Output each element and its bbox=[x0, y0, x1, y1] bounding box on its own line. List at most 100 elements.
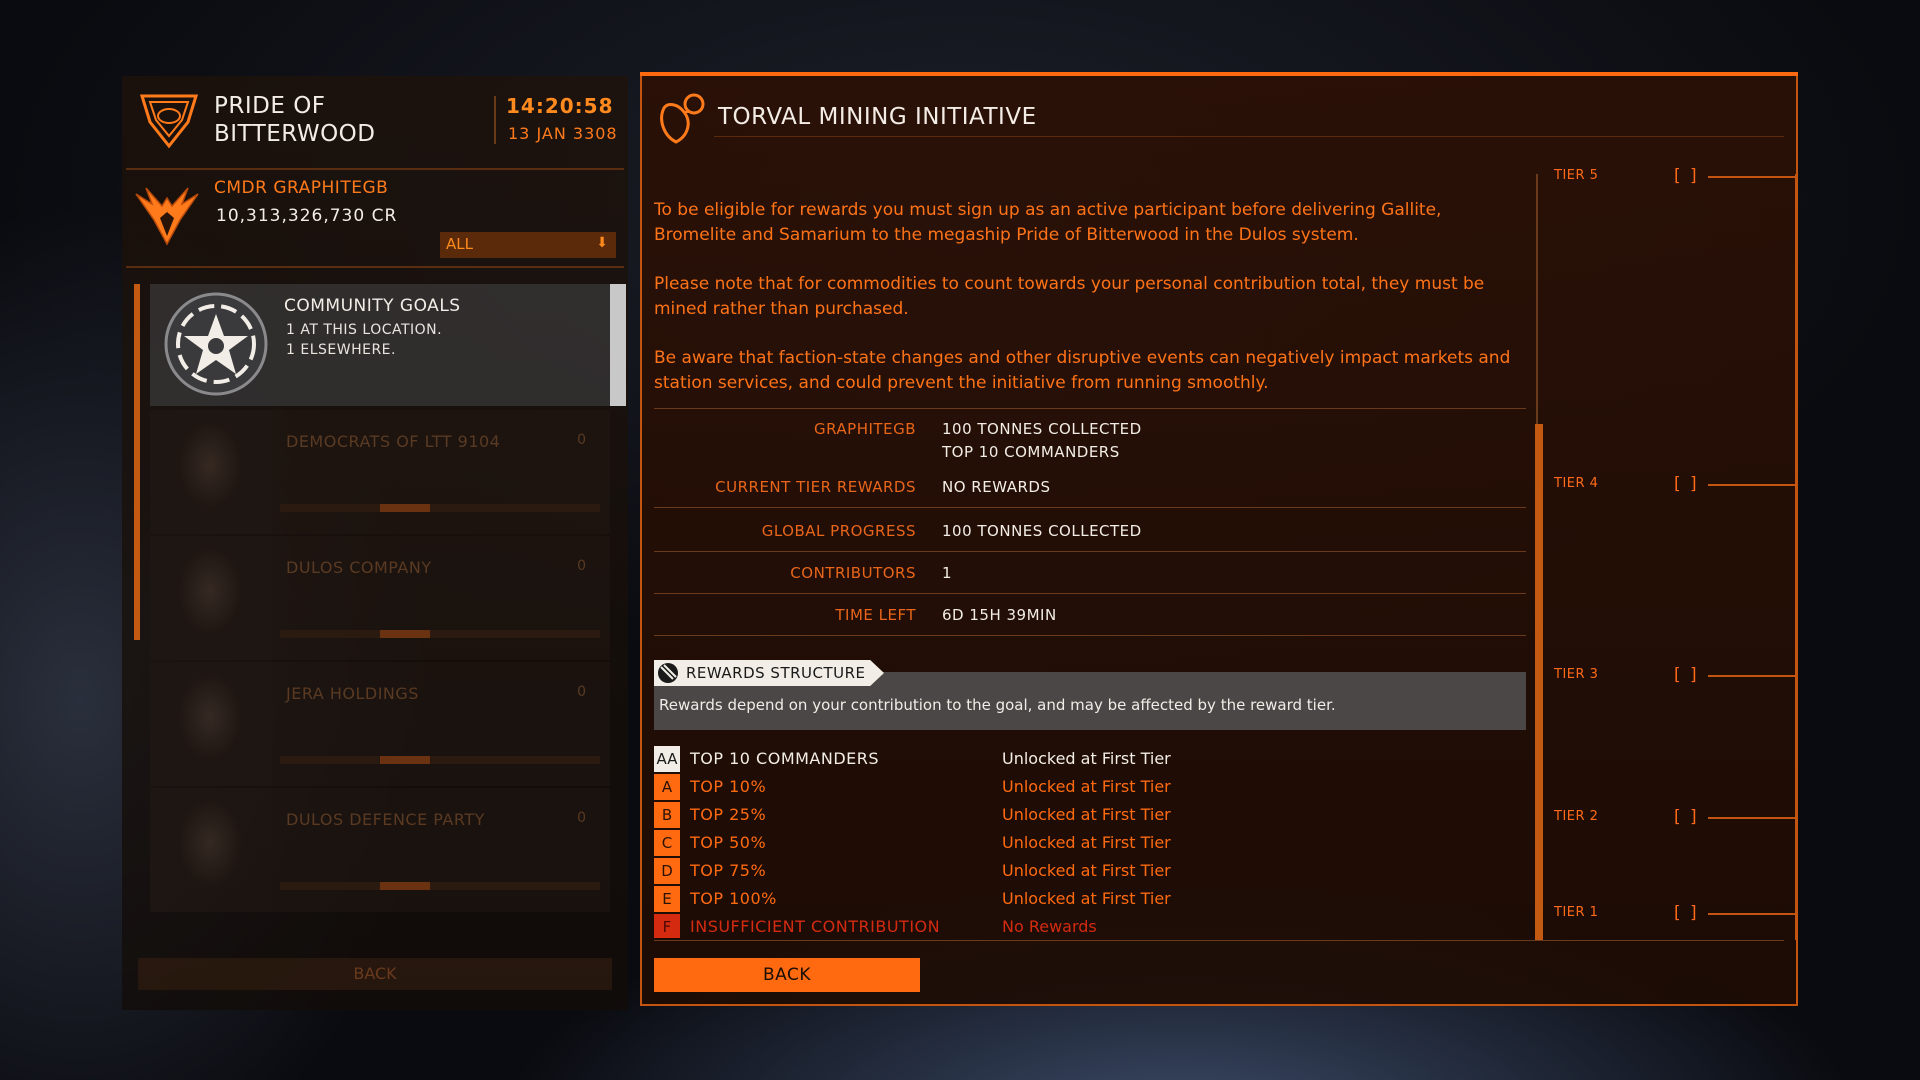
list-indicator bbox=[134, 284, 140, 640]
global-progress-row: GLOBAL PROGRESS 100 TONNES COLLECTED bbox=[654, 510, 1526, 552]
divider bbox=[126, 168, 624, 170]
faction-value: 0 bbox=[577, 810, 586, 826]
reward-tier-value: Unlocked at First Tier bbox=[1002, 805, 1171, 824]
commander-progress-row: GRAPHITEGB 100 TONNES COLLECTED TOP 10 C… bbox=[654, 414, 1526, 508]
reward-tier-row: D TOP 75% Unlocked at First Tier bbox=[654, 858, 1526, 884]
community-goals-icon bbox=[164, 292, 268, 396]
tier-rewards-label: CURRENT TIER REWARDS bbox=[715, 478, 916, 496]
reward-tier-label: INSUFFICIENT CONTRIBUTION bbox=[690, 917, 941, 936]
faction-influence-bar bbox=[280, 504, 600, 512]
tier-2-label: TIER 2 bbox=[1554, 809, 1599, 824]
reward-tier-label: TOP 75% bbox=[690, 861, 767, 880]
faction-item[interactable]: DEMOCRATS OF LTT 9104 0 bbox=[150, 410, 610, 534]
tier-2-marker: [ ] bbox=[1674, 807, 1699, 827]
reward-badge: F bbox=[654, 914, 680, 938]
reward-tier-row: F INSUFFICIENT CONTRIBUTION No Rewards bbox=[654, 914, 1526, 938]
tier-1-marker: [ ] bbox=[1674, 903, 1699, 923]
reward-badge: C bbox=[654, 830, 680, 856]
community-goals-local: 1 AT THIS LOCATION. bbox=[286, 322, 443, 338]
tier-4-line bbox=[1708, 484, 1796, 486]
chevron-down-icon: ⬇ bbox=[596, 235, 608, 251]
rewards-description: Rewards depend on your contribution to t… bbox=[659, 696, 1336, 714]
clock-time: 14:20:58 bbox=[506, 94, 614, 118]
tier-5-marker: [ ] bbox=[1674, 166, 1699, 186]
reward-tier-label: TOP 25% bbox=[690, 805, 767, 824]
divider bbox=[494, 96, 496, 144]
reward-badge: A bbox=[654, 774, 680, 800]
tier-2-line bbox=[1708, 817, 1796, 819]
tier-4-label: TIER 4 bbox=[1554, 476, 1599, 491]
reward-tier-row: B TOP 25% Unlocked at First Tier bbox=[654, 802, 1526, 828]
rewards-structure-header: REWARDS STRUCTURE bbox=[654, 660, 884, 686]
reward-tier-row: A TOP 10% Unlocked at First Tier bbox=[654, 774, 1526, 800]
time-left-label: TIME LEFT bbox=[835, 606, 916, 624]
rewards-icon bbox=[658, 663, 678, 683]
reward-badge: E bbox=[654, 886, 680, 912]
tier-5-label: TIER 5 bbox=[1554, 168, 1599, 183]
faction-name: DULOS COMPANY bbox=[286, 558, 432, 577]
faction-value: 0 bbox=[577, 432, 586, 448]
faction-portrait bbox=[150, 788, 272, 912]
contributors-label: CONTRIBUTORS bbox=[790, 564, 916, 582]
tier-ladder-edge bbox=[1795, 174, 1797, 940]
goal-note: Please note that for commodities to coun… bbox=[654, 274, 1485, 319]
community-goals-title: COMMUNITY GOALS bbox=[284, 296, 461, 316]
elite-rank-icon bbox=[135, 187, 199, 246]
reward-tier-value: Unlocked at First Tier bbox=[1002, 749, 1171, 768]
time-left-row: TIME LEFT 6D 15H 39MIN bbox=[654, 594, 1526, 636]
faction-portrait bbox=[150, 410, 272, 534]
filter-dropdown[interactable]: ALL ⬇ bbox=[440, 232, 616, 258]
faction-name: DEMOCRATS OF LTT 9104 bbox=[286, 432, 501, 451]
goal-warning: Be aware that faction-state changes and … bbox=[654, 348, 1511, 393]
global-progress-label: GLOBAL PROGRESS bbox=[761, 522, 916, 540]
faction-influence-bar bbox=[280, 756, 600, 764]
goal-title: TORVAL MINING INITIATIVE bbox=[718, 104, 1037, 130]
tier-ladder-progress bbox=[1535, 424, 1543, 940]
tier-rewards-value: NO REWARDS bbox=[942, 478, 1051, 496]
reward-badge: AA bbox=[654, 746, 680, 772]
faction-portrait bbox=[150, 536, 272, 660]
faction-value: 0 bbox=[577, 558, 586, 574]
scrollbar[interactable] bbox=[610, 284, 626, 406]
reward-tier-label: TOP 50% bbox=[690, 833, 767, 852]
goal-description: To be eligible for rewards you must sign… bbox=[654, 200, 1442, 245]
left-back-button[interactable]: BACK bbox=[138, 958, 612, 990]
divider bbox=[654, 940, 1784, 941]
faction-item[interactable]: DULOS DEFENCE PARTY 0 bbox=[150, 788, 610, 912]
contributors-row: CONTRIBUTORS 1 bbox=[654, 552, 1526, 594]
commander-name: CMDR GRAPHITEGB bbox=[214, 178, 389, 198]
faction-item[interactable]: DULOS COMPANY 0 bbox=[150, 536, 610, 660]
back-button[interactable]: BACK bbox=[654, 958, 920, 992]
reward-tier-row: E TOP 100% Unlocked at First Tier bbox=[654, 886, 1526, 912]
station-name-line2: BITTERWOOD bbox=[214, 121, 376, 147]
tier-3-line bbox=[1708, 675, 1796, 677]
mining-goal-icon bbox=[660, 93, 705, 144]
tier-1-line bbox=[1708, 913, 1796, 915]
panel-accent-line bbox=[640, 72, 1798, 76]
contributors-value: 1 bbox=[942, 564, 953, 582]
faction-influence-bar bbox=[280, 630, 600, 638]
faction-influence-bar bbox=[280, 882, 600, 890]
reward-badge: B bbox=[654, 802, 680, 828]
faction-item[interactable]: JERA HOLDINGS 0 bbox=[150, 662, 610, 786]
station-name-line1: PRIDE OF bbox=[214, 93, 326, 119]
tier-5-line bbox=[1708, 176, 1796, 178]
global-progress-value: 100 TONNES COLLECTED bbox=[942, 522, 1142, 540]
reward-tier-label: TOP 10 COMMANDERS bbox=[690, 749, 880, 768]
faction-portrait bbox=[150, 662, 272, 786]
divider bbox=[714, 136, 1784, 137]
faction-name: DULOS DEFENCE PARTY bbox=[286, 810, 485, 829]
reward-tier-value: Unlocked at First Tier bbox=[1002, 861, 1171, 880]
divider bbox=[126, 266, 624, 268]
reward-tier-value: Unlocked at First Tier bbox=[1002, 889, 1171, 908]
clock-date: 13 JAN 3308 bbox=[508, 124, 618, 143]
commander-rank: TOP 10 COMMANDERS bbox=[942, 443, 1120, 461]
tier-1-label: TIER 1 bbox=[1554, 905, 1599, 920]
tier-3-label: TIER 3 bbox=[1554, 667, 1599, 682]
rewards-structure-title: REWARDS STRUCTURE bbox=[686, 664, 866, 682]
reward-tier-row: AA TOP 10 COMMANDERS Unlocked at First T… bbox=[654, 746, 1526, 772]
megaship-icon bbox=[139, 94, 199, 149]
tier-3-marker: [ ] bbox=[1674, 665, 1699, 685]
faction-name: JERA HOLDINGS bbox=[286, 684, 419, 703]
commander-label: GRAPHITEGB bbox=[813, 420, 916, 438]
